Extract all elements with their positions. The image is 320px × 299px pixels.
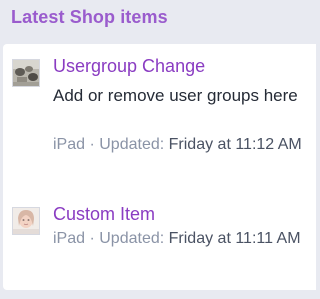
updated-time[interactable]: Friday at 11:12 AM [169, 136, 302, 153]
updated-label: Updated: [99, 136, 169, 153]
item-meta: iPad · Updated: Friday at 11:11 AM [53, 227, 308, 251]
updated-time[interactable]: Friday at 11:11 AM [169, 230, 301, 247]
item-title-link[interactable]: Custom Item [53, 204, 155, 225]
meta-separator: · [85, 136, 100, 153]
item-author[interactable]: iPad [53, 230, 85, 247]
block-title[interactable]: Latest Shop items [11, 7, 168, 28]
item-title-link[interactable]: Usergroup Change [53, 56, 205, 77]
latest-shop-items-block: Latest Shop items Usergroup Change Add o… [0, 0, 316, 299]
block-body: Usergroup Change Add or remove user grou… [3, 44, 316, 290]
item-author[interactable]: iPad [53, 136, 85, 153]
item-meta: iPad · Updated: Friday at 11:12 AM [53, 133, 308, 157]
meta-separator: · [85, 230, 100, 247]
photo-icon [13, 60, 39, 86]
portrait-icon [13, 208, 39, 234]
item-description: Add or remove user groups here [53, 86, 298, 105]
usergroup-thumbnail[interactable] [12, 59, 40, 87]
updated-label: Updated: [99, 230, 169, 247]
custom-item-thumbnail[interactable] [12, 207, 40, 235]
